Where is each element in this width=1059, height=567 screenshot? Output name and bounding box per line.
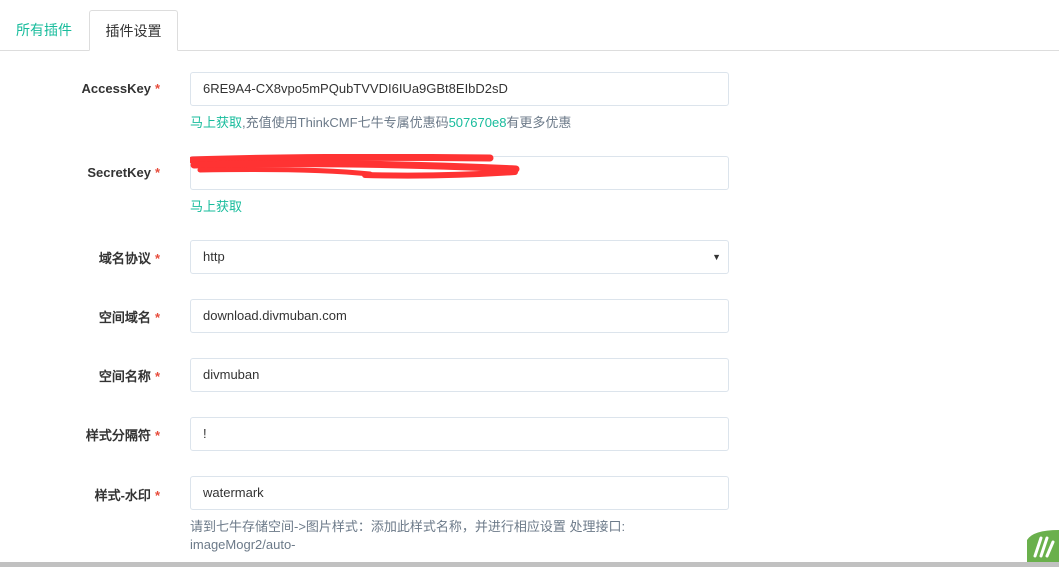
horizontal-scrollbar[interactable] [0,562,1059,567]
separator-label-text: 样式分隔符 [85,428,151,443]
required-mark: * [154,81,160,96]
required-mark: * [154,310,160,325]
protocol-label: 域名协议 * [0,248,160,267]
protocol-label-text: 域名协议 [98,251,151,266]
tab-all-plugins[interactable]: 所有插件 [0,10,88,51]
tab-plugin-settings[interactable]: 插件设置 [89,10,178,51]
required-mark: * [154,369,160,384]
access-key-get-link[interactable]: 马上获取 [190,115,242,130]
caret-down-icon: ▼ [712,252,721,262]
required-mark: * [154,165,160,180]
secret-key-help: 马上获取 [190,196,242,215]
corner-logo-icon [1027,530,1059,562]
domain-label-text: 空间域名 [98,310,151,325]
protocol-select[interactable]: http ▼ [190,240,729,274]
access-key-label-text: AccessKey [81,81,151,96]
access-key-input[interactable]: 6RE9A4-CX8vpo5mPQubTVVDI6IUa9GBt8EIbD2sD [190,72,729,106]
bucket-input[interactable]: divmuban [190,358,729,392]
watermark-help-line2: imageMogr2/auto- [190,537,296,552]
watermark-label-text: 样式-水印 [94,488,151,503]
secret-key-input[interactable] [190,156,729,190]
promo-code-link[interactable]: 507670e8 [449,115,507,130]
required-mark: * [154,428,160,443]
bucket-label-text: 空间名称 [98,369,151,384]
tab-bar: 所有插件 插件设置 [0,0,1059,51]
domain-input[interactable]: download.divmuban.com [190,299,729,333]
access-key-label: AccessKey * [0,81,160,96]
secret-key-get-link[interactable]: 马上获取 [190,199,242,214]
secret-key-label: SecretKey * [0,165,160,180]
domain-label: 空间域名 * [0,307,160,326]
bucket-label: 空间名称 * [0,366,160,385]
secret-key-label-text: SecretKey [87,165,151,180]
access-key-help-text: ,充值使用ThinkCMF七牛专属优惠码 [242,115,449,130]
watermark-input[interactable]: watermark [190,476,729,510]
access-key-help-suffix: 有更多优惠 [506,115,572,130]
separator-label: 样式分隔符 * [0,425,160,444]
required-mark: * [154,488,160,503]
watermark-help-line1: 请到七牛存储空间->图片样式：添加此样式名称，并进行相应设置 处理接口: [190,519,626,534]
watermark-label: 样式-水印 * [0,485,160,504]
access-key-help: 马上获取,充值使用ThinkCMF七牛专属优惠码507670e8有更多优惠 [190,112,571,131]
required-mark: * [154,251,160,266]
separator-input[interactable]: ! [190,417,729,451]
protocol-selected-value: http [203,249,225,264]
